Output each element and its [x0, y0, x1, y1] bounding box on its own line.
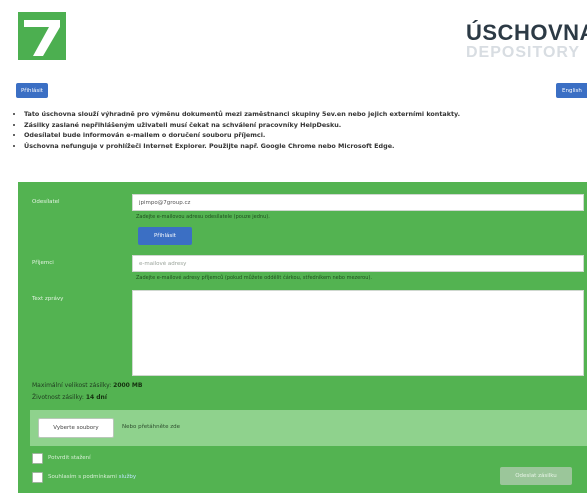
max-size-value: 2000 MB	[113, 382, 143, 389]
file-status-text: Nebo přetáhněte zde	[122, 424, 181, 430]
terms-text: Souhlasím s podmínkami	[48, 474, 117, 480]
note-item: Zásilky zaslané nepřihlášeným uživateli …	[24, 120, 587, 131]
lifetime-info: Životnost zásilky: 14 dní	[32, 394, 107, 401]
choose-files-button[interactable]: Vyberte soubory	[38, 418, 114, 438]
brand-title: ÚSCHOVNA	[466, 20, 587, 45]
terms-checkbox-label: Souhlasím s podmínkami služby	[48, 474, 136, 480]
panel-login-button[interactable]: Přihlásit	[138, 227, 192, 245]
info-notes: Tato úschovna slouží výhradně pro výměnu…	[12, 109, 587, 151]
recipient-label: Příjemci	[32, 260, 54, 266]
sender-email-field[interactable]	[132, 194, 584, 211]
notify-checkbox[interactable]	[32, 453, 43, 464]
note-item: Tato úschovna slouží výhradně pro výměnu…	[24, 109, 587, 120]
language-button[interactable]: English	[556, 83, 587, 98]
note-item: Odesílatel bude informován e-mailem o do…	[24, 130, 587, 141]
lifetime-value: 14 dní	[85, 394, 107, 401]
max-size-label: Maximální velikost zásilky:	[32, 382, 112, 389]
note-item: Úschovna nefunguje v prohlížeči Internet…	[24, 141, 587, 152]
upload-form-panel: Odesílatel Zadejte e-mailovou adresu ode…	[18, 182, 587, 493]
sender-label: Odesílatel	[32, 199, 60, 205]
sender-hint: Zadejte e-mailovou adresu odesílatele (p…	[136, 214, 270, 220]
brand-subtitle: DEPOSITORY	[466, 44, 581, 61]
message-textarea[interactable]	[132, 290, 584, 376]
recipient-email-field[interactable]	[132, 255, 584, 272]
login-button[interactable]: Přihlásit	[16, 83, 48, 98]
message-label: Text zprávy	[32, 296, 64, 302]
notify-checkbox-label: Potvrdit stažení	[48, 455, 91, 461]
file-upload-zone[interactable]: Vyberte soubory Nebo přetáhněte zde	[30, 410, 587, 446]
lifetime-label: Životnost zásilky:	[32, 394, 84, 401]
seven-logo-icon	[18, 12, 66, 60]
send-button[interactable]: Odeslat zásilku	[500, 467, 572, 485]
max-size-info: Maximální velikost zásilky: 2000 MB	[32, 382, 142, 389]
terms-link[interactable]: služby	[119, 474, 137, 480]
terms-checkbox[interactable]	[32, 472, 43, 483]
recipient-hint: Zadejte e-mailové adresy příjemců (pokud…	[136, 275, 372, 281]
